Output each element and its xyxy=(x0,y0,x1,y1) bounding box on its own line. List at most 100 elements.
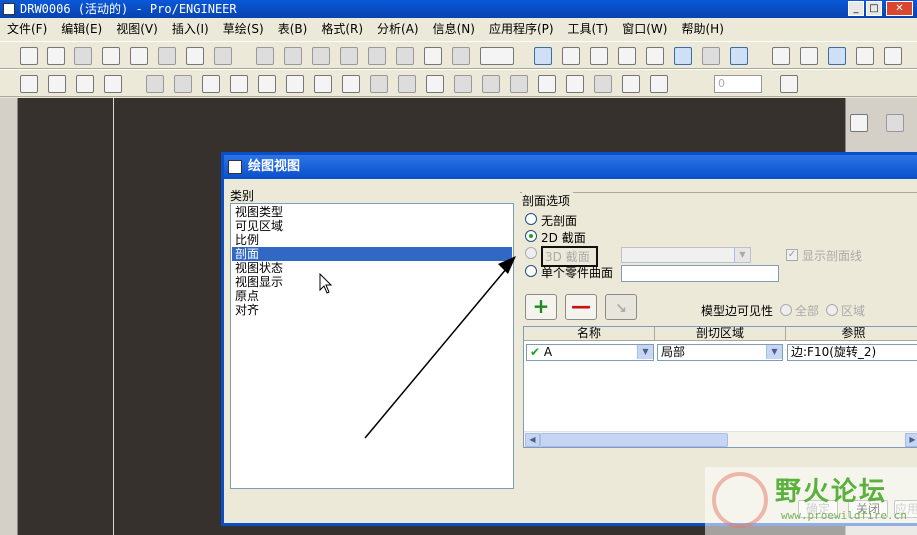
view-manager-icon[interactable] xyxy=(702,47,720,65)
category-origin[interactable]: 原点 xyxy=(235,289,259,303)
menu-insert[interactable]: 插入(I) xyxy=(165,18,216,40)
single-surface-radio[interactable] xyxy=(525,265,537,277)
sketch-line-icon[interactable] xyxy=(20,75,38,93)
zoom-in-icon[interactable] xyxy=(618,47,636,65)
scroll-left-icon[interactable]: ◀ xyxy=(525,433,540,447)
select-box-icon[interactable] xyxy=(480,47,514,65)
intersect-icon[interactable] xyxy=(104,75,122,93)
paste-special-icon[interactable] xyxy=(396,47,414,65)
zoom-out-icon[interactable] xyxy=(646,47,664,65)
save-copy-icon[interactable] xyxy=(102,47,120,65)
visibility-area-radio[interactable] xyxy=(826,304,838,316)
menu-help[interactable]: 帮助(H) xyxy=(674,18,730,40)
orient-icon[interactable] xyxy=(590,47,608,65)
copy-icon[interactable] xyxy=(340,47,358,65)
repaint-view-icon[interactable] xyxy=(534,47,552,65)
category-view-display[interactable]: 视图显示 xyxy=(235,275,283,289)
table-icon[interactable] xyxy=(622,75,640,93)
shading-icon[interactable] xyxy=(856,47,874,65)
menu-edit[interactable]: 编辑(E) xyxy=(54,18,109,40)
refit-icon[interactable] xyxy=(674,47,692,65)
section-2d-radio[interactable] xyxy=(525,230,537,242)
symbol-icon[interactable] xyxy=(538,75,556,93)
whats-this-icon[interactable] xyxy=(780,75,798,93)
undo-icon[interactable] xyxy=(256,47,274,65)
menu-window[interactable]: 窗口(W) xyxy=(615,18,674,40)
scroll-thumb[interactable] xyxy=(540,433,728,447)
send-icon[interactable] xyxy=(158,47,176,65)
wireframe-icon[interactable] xyxy=(772,47,790,65)
export-icon[interactable] xyxy=(186,47,204,65)
new-file-icon[interactable] xyxy=(20,47,38,65)
close-button[interactable]: ✕ xyxy=(886,1,913,16)
single-surface-input[interactable] xyxy=(621,265,779,282)
align-icon[interactable] xyxy=(174,75,192,93)
layers-icon[interactable] xyxy=(730,47,748,65)
category-alignment[interactable]: 对齐 xyxy=(235,303,259,317)
cut-icon[interactable] xyxy=(312,47,330,65)
category-view-state[interactable]: 视图状态 xyxy=(235,261,283,275)
hatch-icon[interactable] xyxy=(482,75,500,93)
tolerance-icon[interactable] xyxy=(510,75,528,93)
open-file-icon[interactable] xyxy=(47,47,65,65)
category-scale[interactable]: 比例 xyxy=(235,233,259,247)
sketch-tool-icon[interactable] xyxy=(850,114,868,132)
no-hidden-icon[interactable] xyxy=(828,47,846,65)
maximize-button[interactable]: □ xyxy=(866,1,882,16)
menu-file[interactable]: 文件(F) xyxy=(0,18,54,40)
scroll-right-icon[interactable]: ▶ xyxy=(905,433,917,447)
no-section-radio[interactable] xyxy=(525,213,537,225)
hidden-line-icon[interactable] xyxy=(800,47,818,65)
row-region-dropdown[interactable]: 局部 ▼ xyxy=(657,344,783,361)
menu-tools[interactable]: 工具(T) xyxy=(561,18,616,40)
table-grid-icon[interactable] xyxy=(286,75,304,93)
show-section-line-checkbox[interactable]: ✓ xyxy=(786,249,798,261)
section-3d-radio[interactable] xyxy=(525,247,537,259)
menu-analysis[interactable]: 分析(A) xyxy=(370,18,426,40)
line-icon[interactable] xyxy=(48,75,66,93)
move-icon[interactable] xyxy=(230,75,248,93)
arrow-flip-button[interactable]: ↘ xyxy=(605,294,637,320)
ordinate-icon[interactable] xyxy=(370,75,388,93)
paste-icon[interactable] xyxy=(368,47,386,65)
print-icon[interactable] xyxy=(130,47,148,65)
show-annotations-icon[interactable] xyxy=(314,75,332,93)
header-name[interactable]: 名称 xyxy=(524,327,655,341)
dialog-title-bar[interactable]: 绘图视图 xyxy=(224,155,917,179)
repaint-icon[interactable] xyxy=(452,47,470,65)
cosmetic-icon[interactable] xyxy=(594,75,612,93)
row-name-dropdown[interactable]: ✔ A ▼ xyxy=(526,344,654,361)
add-section-button[interactable]: + xyxy=(525,294,557,320)
category-view-type[interactable]: 视图类型 xyxy=(235,205,283,219)
remove-section-button[interactable]: — xyxy=(565,294,597,320)
row-reference-cell[interactable]: 边:F10(旋转_2) xyxy=(787,344,917,361)
surface-finish-icon[interactable] xyxy=(454,75,472,93)
repeat-region-icon[interactable] xyxy=(650,75,668,93)
header-region[interactable]: 剖切区域 xyxy=(655,327,786,341)
mail-icon[interactable] xyxy=(214,47,232,65)
custom-symbol-icon[interactable] xyxy=(566,75,584,93)
menu-view[interactable]: 视图(V) xyxy=(109,18,165,40)
note-icon[interactable] xyxy=(426,75,444,93)
refresh-icon[interactable] xyxy=(202,75,220,93)
dimension-icon[interactable] xyxy=(342,75,360,93)
save-icon[interactable] xyxy=(74,47,92,65)
delete-icon[interactable] xyxy=(146,75,164,93)
lock-view-icon[interactable] xyxy=(258,75,276,93)
left-scroll-strip[interactable] xyxy=(0,98,18,535)
redo-icon[interactable] xyxy=(284,47,302,65)
header-reference[interactable]: 参照 xyxy=(786,327,917,341)
point-icon[interactable] xyxy=(76,75,94,93)
spin-input[interactable]: 0 xyxy=(714,75,762,93)
menu-format[interactable]: 格式(R) xyxy=(314,18,370,40)
minimize-button[interactable]: _ xyxy=(848,1,864,16)
menu-table[interactable]: 表(B) xyxy=(271,18,315,40)
flip-arrows-icon[interactable] xyxy=(398,75,416,93)
side-tool-icon[interactable] xyxy=(886,114,904,132)
table-horizontal-scrollbar[interactable]: ◀ ▶ xyxy=(524,431,917,447)
section-3d-dropdown[interactable]: ▼ xyxy=(621,247,751,263)
category-visible-area[interactable]: 可见区域 xyxy=(235,219,283,233)
menu-applications[interactable]: 应用程序(P) xyxy=(482,18,561,40)
more-display-icon[interactable] xyxy=(884,47,902,65)
spin-center-icon[interactable] xyxy=(562,47,580,65)
